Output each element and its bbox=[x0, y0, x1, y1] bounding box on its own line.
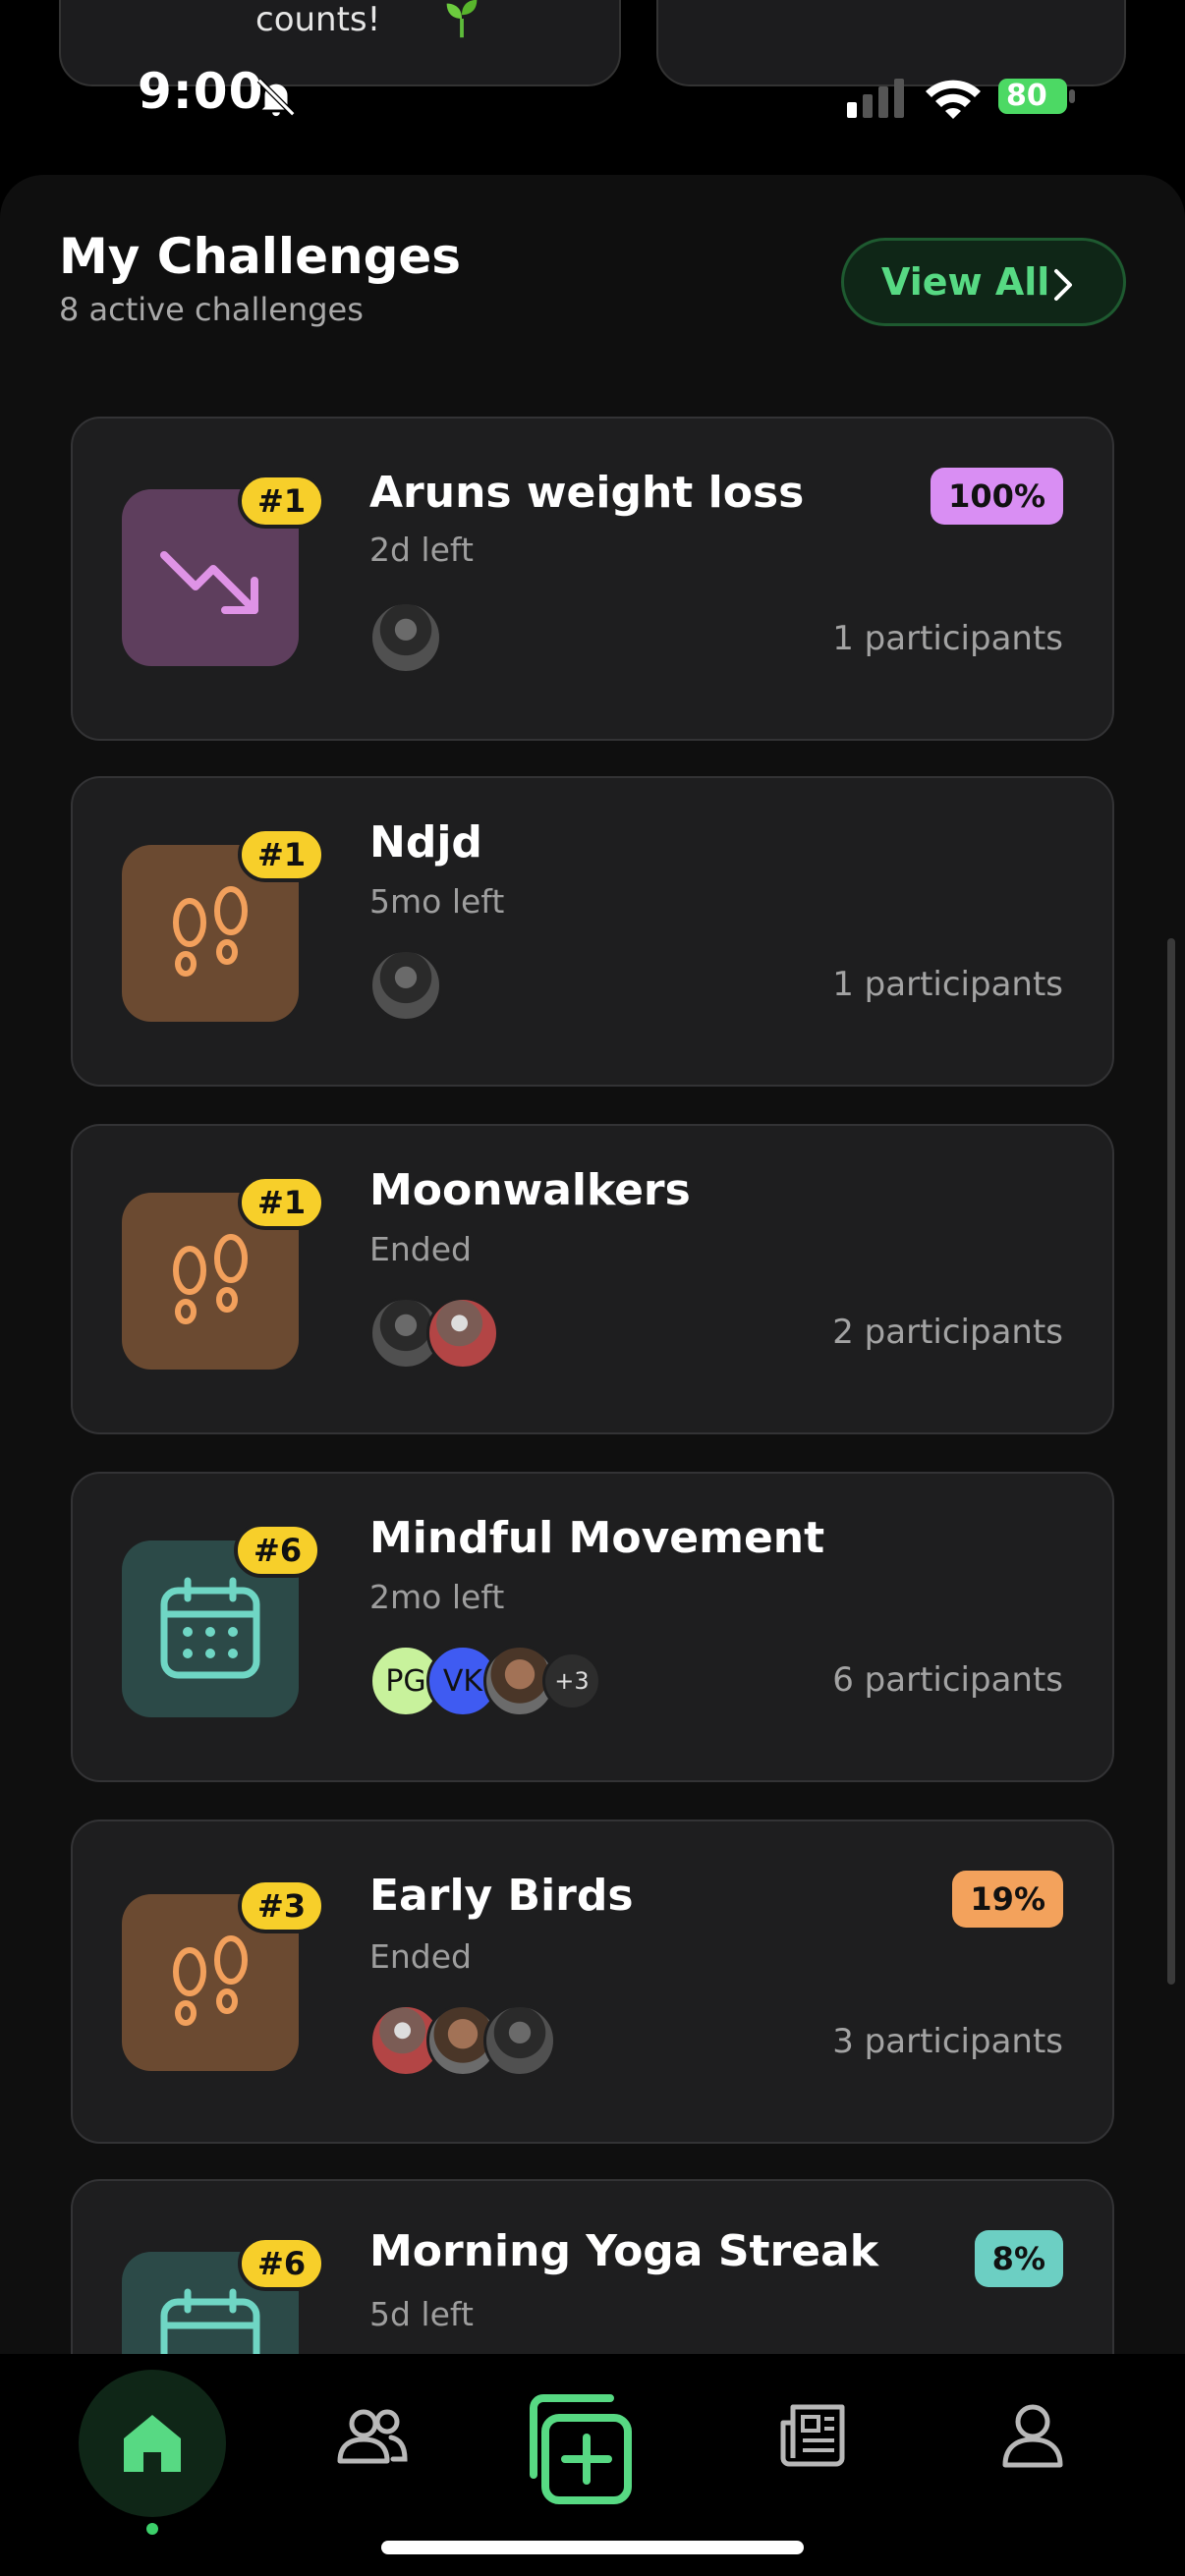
challenge-status: 5d left bbox=[369, 2295, 474, 2333]
add-challenge-icon bbox=[530, 2394, 632, 2504]
challenge-card[interactable]: #6 Morning Yoga Streak 5d left 8% bbox=[71, 2179, 1114, 2354]
challenge-title: Morning Yoga Streak bbox=[369, 2226, 879, 2276]
scroll-clip: #6 Morning Yoga Streak 5d left 8% bbox=[0, 0, 1185, 2354]
nav-home[interactable] bbox=[79, 2370, 226, 2517]
people-icon bbox=[337, 2409, 408, 2464]
nav-community[interactable] bbox=[299, 2362, 446, 2509]
profile-icon bbox=[1002, 2404, 1063, 2468]
news-icon bbox=[780, 2404, 845, 2467]
progress-badge: 8% bbox=[974, 2230, 1063, 2287]
calendar-icon bbox=[160, 2288, 260, 2354]
bottom-nav bbox=[0, 2354, 1185, 2576]
nav-create-challenge[interactable] bbox=[507, 2374, 654, 2521]
home-icon bbox=[124, 2415, 181, 2472]
scrollbar[interactable] bbox=[1167, 938, 1175, 1985]
rank-badge: #6 bbox=[238, 2236, 326, 2291]
home-indicator bbox=[381, 2541, 804, 2554]
active-indicator bbox=[146, 2523, 158, 2535]
nav-profile[interactable] bbox=[959, 2362, 1106, 2509]
nav-news[interactable] bbox=[739, 2362, 886, 2509]
